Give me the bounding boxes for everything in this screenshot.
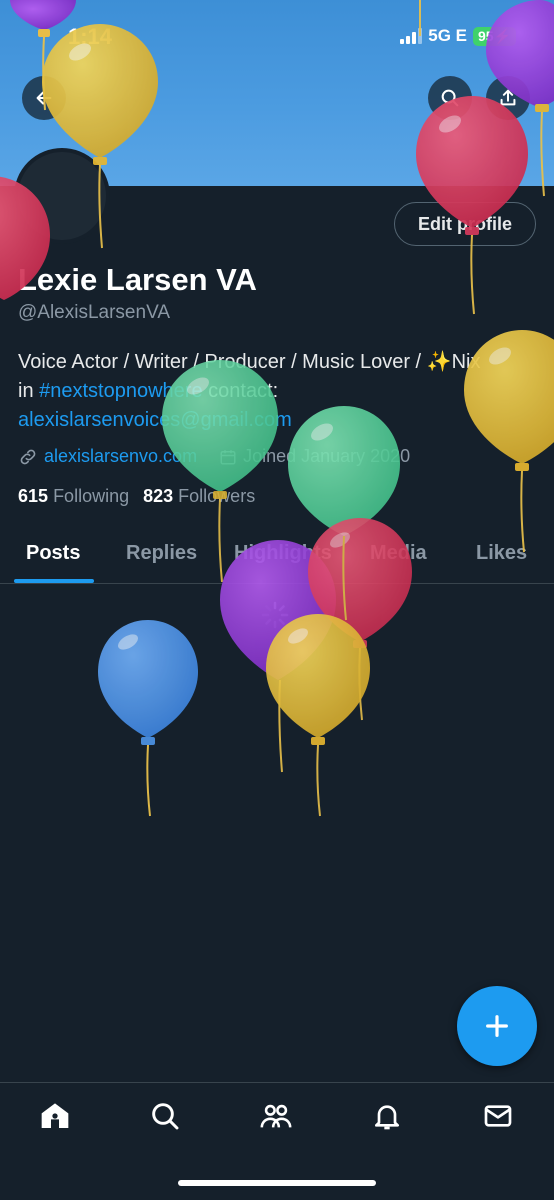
status-bar: 1:14 5G E 95⚡: [0, 0, 554, 74]
joined-date: Joined January 2020: [243, 446, 411, 466]
follow-stats: 615 Following 823 Followers: [18, 486, 255, 507]
display-name: Lexie Larsen VA: [18, 262, 257, 297]
avatar[interactable]: [14, 148, 110, 244]
tab-posts[interactable]: Posts: [26, 542, 80, 565]
following-link[interactable]: 615 Following: [18, 486, 129, 507]
tab-likes[interactable]: Likes: [476, 542, 527, 565]
handle: @AlexisLarsenVA: [18, 302, 170, 323]
calendar-icon: [220, 449, 236, 464]
status-indicators: 5G E 95⚡: [400, 26, 516, 46]
network-type: 5G E: [428, 26, 467, 45]
share-icon: [500, 89, 516, 106]
active-tab-indicator: [14, 579, 94, 583]
compose-post-button[interactable]: [457, 986, 537, 1066]
tab-media[interactable]: Media: [370, 542, 427, 565]
nav-notifications[interactable]: [370, 1099, 404, 1133]
balloon-blue-left: [98, 620, 198, 817]
status-time: 1:14: [68, 24, 113, 49]
home-icon: [41, 1103, 69, 1128]
back-button[interactable]: [22, 76, 66, 120]
battery-icon: 95⚡: [472, 26, 516, 46]
search-button[interactable]: [428, 76, 472, 120]
plus-icon: [486, 1015, 508, 1037]
bell-icon: [375, 1105, 399, 1130]
website-link[interactable]: alexislarsenvo.com: [44, 446, 197, 467]
battery-level: 95: [477, 27, 494, 44]
search-icon: [441, 89, 459, 107]
communities-icon: [260, 1104, 292, 1128]
hashtag-link[interactable]: #nextstopnowhere: [39, 380, 202, 402]
balloon-yellow-center: [266, 614, 370, 817]
profile-meta: alexislarsenvo.com Joined January 2020: [18, 446, 410, 467]
tab-highlights[interactable]: Highlights: [234, 542, 332, 565]
edit-profile-button[interactable]: Edit profile: [394, 202, 536, 246]
share-button[interactable]: [486, 76, 530, 120]
nav-communities[interactable]: [259, 1099, 293, 1133]
sparkles-icon: ✨: [426, 351, 452, 373]
arrow-left-icon: [36, 91, 52, 105]
bio-text-in: in: [18, 380, 40, 402]
email-link[interactable]: alexislarsenvoices@gmail.com: [18, 409, 292, 431]
profile-tabs: Posts Replies Highlights Media Likes: [0, 532, 554, 584]
profile-bio: Voice Actor / Writer / Producer / Music …: [18, 348, 538, 435]
bio-text: Voice Actor / Writer / Producer / Music …: [18, 351, 427, 373]
bio-text-end: Nix: [451, 351, 481, 373]
search-icon: [152, 1103, 179, 1130]
link-icon: [20, 449, 36, 464]
nav-home[interactable]: [38, 1099, 72, 1133]
followers-link[interactable]: 823 Followers: [143, 486, 255, 507]
loading-spinner-icon: [261, 601, 289, 629]
nav-search[interactable]: [148, 1099, 182, 1133]
home-indicator[interactable]: [178, 1180, 376, 1186]
envelope-icon: [484, 1105, 512, 1127]
signal-icon: [400, 28, 423, 44]
nav-messages[interactable]: [481, 1099, 515, 1133]
tab-replies[interactable]: Replies: [126, 542, 197, 565]
bio-contact: contact:: [202, 380, 279, 402]
